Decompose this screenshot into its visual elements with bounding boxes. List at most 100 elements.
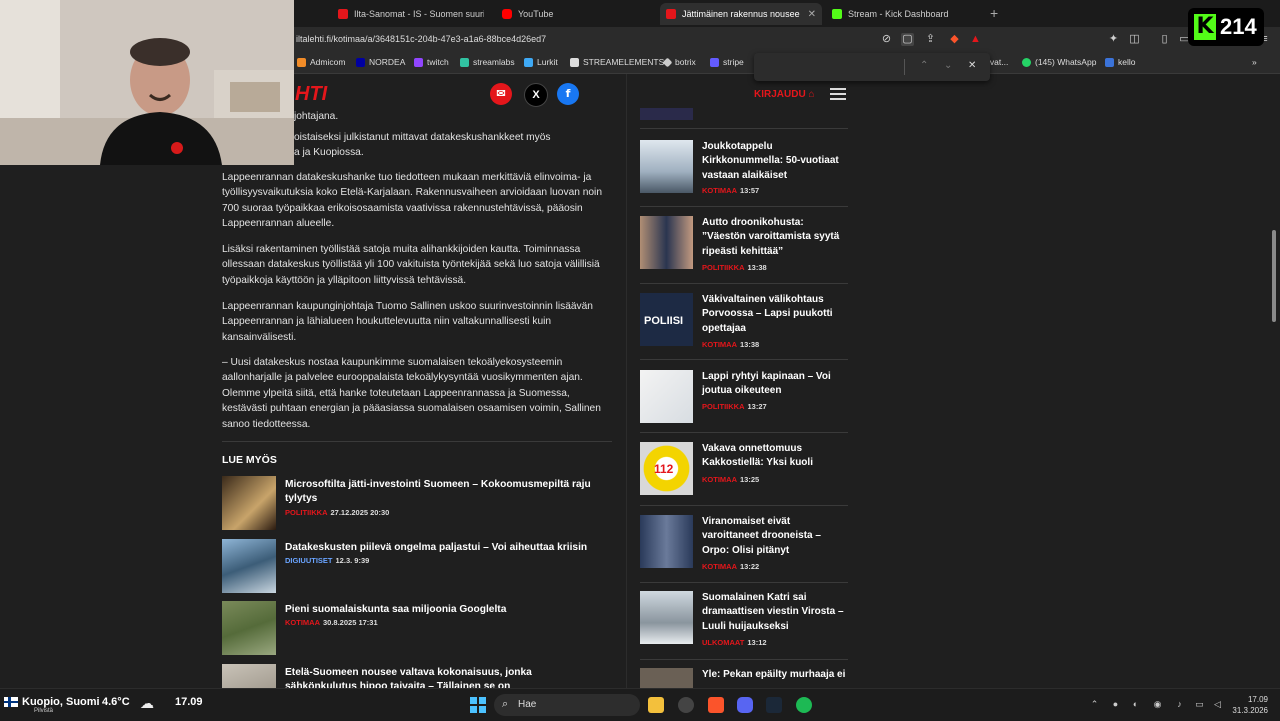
cloud-icon: ☁ (140, 695, 154, 711)
close-icon[interactable]: ✕ (968, 60, 976, 71)
sidebar-article[interactable]: Autto droonikohusta: ”Väestön varoittami… (640, 216, 848, 286)
tab-label: Stream - Kick Dashboard (848, 9, 949, 19)
article-thumbnail (640, 370, 693, 423)
related-article[interactable]: Pieni suomalaiskunta saa miljoonia Googl… (222, 601, 612, 657)
weather-condition: Pilvistä (34, 708, 54, 714)
bookmark-botrix[interactable]: botrix (662, 57, 696, 67)
webcam-feed (0, 0, 294, 165)
new-tab-button[interactable]: + (990, 5, 998, 21)
article-meta: ULKOMAAT 13:12 (702, 638, 767, 647)
sidebar-article[interactable]: 112 Vakava onnettomuus Kakkostiellä: Yks… (640, 442, 848, 508)
article-meta: POLITIIKKA 27.12.2025 20:30 (285, 508, 389, 517)
find-next-icon[interactable]: ⌄ (944, 60, 952, 71)
related-article-title: Microsoftilta jätti-investointi Suomeen … (285, 479, 591, 504)
mic-off-icon[interactable]: ⊘ (880, 33, 893, 46)
page-scrollbar[interactable] (1272, 230, 1276, 322)
bookmark-streamlabs[interactable]: streamlabs (460, 57, 515, 67)
volume-icon[interactable]: ◁ (1212, 699, 1223, 710)
stripe-icon (710, 57, 719, 67)
sidebar-article[interactable]: Viranomaiset eivät varoittaneet drooneis… (640, 515, 848, 585)
article-partial-line-2: a ja Kuopiossa. (294, 147, 364, 158)
article-category: KOTIMAA (285, 618, 320, 627)
steam-icon[interactable] (766, 697, 782, 713)
related-article[interactable]: Etelä-Suomeen nousee valtava kokonaisuus… (222, 664, 612, 688)
bookmark-twitch[interactable]: twitch (414, 57, 449, 67)
sidebar-article[interactable]: POLIISI Väkivaltainen välikohtaus Porvoo… (640, 293, 848, 363)
find-previous-icon[interactable]: ⌃ (920, 60, 928, 71)
screen-icon[interactable]: ▢ (901, 33, 914, 46)
column-divider (626, 74, 627, 688)
microphone-icon[interactable]: ♪ (1174, 699, 1185, 710)
article-category: POLITIIKKA (702, 402, 745, 411)
taskbar-search[interactable]: ⌕ Hae (494, 694, 640, 716)
bookmark-lurkit[interactable]: Lurkit (524, 57, 558, 67)
sidebar-article-title: Autto droonikohusta: ”Väestön varoittami… (702, 217, 840, 257)
article-paragraph: Lappeenrannan datakeskushanke tuo tiedot… (222, 172, 602, 230)
facebook-share-icon[interactable]: f (557, 83, 579, 105)
file-explorer-icon[interactable] (648, 697, 664, 713)
tab-youtube[interactable]: YouTube (496, 3, 652, 25)
weather-location[interactable]: Kuopio, Suomi (22, 696, 100, 708)
bookmark-stripe[interactable]: stripe (710, 57, 744, 67)
sidebar-article[interactable]: Suomalainen Katri sai dramaattisen viest… (640, 591, 848, 661)
kick-logo-icon: K (1194, 14, 1216, 40)
weather-time: 17.09 (175, 696, 203, 708)
network-icon[interactable]: ▭ (1194, 699, 1205, 710)
system-clock[interactable]: 17.09 31.3.2026 (1230, 694, 1268, 716)
article-time: 27.12.2025 20:30 (330, 508, 390, 517)
bookmark-admicom[interactable]: Admicom (297, 57, 345, 67)
tab-kick-dashboard[interactable]: Stream - Kick Dashboard (826, 3, 982, 25)
bookmark-streamelements[interactable]: STREAMELEMENTS (570, 57, 664, 67)
bookmark-nordea[interactable]: NORDEA (356, 57, 405, 67)
spotify-icon[interactable] (796, 697, 812, 713)
article-meta: KOTIMAA 13:57 (702, 186, 759, 195)
sidebar-article[interactable]: Yle: Pekan epäilty murhaaja ei (640, 668, 848, 688)
article-category: POLITIIKKA (285, 508, 328, 517)
tab-iltalehti[interactable]: Jättimäinen rakennus nousee Itä ✕ (660, 3, 822, 25)
steam-tray-icon[interactable]: ◉ (1152, 699, 1163, 710)
start-button[interactable] (470, 697, 486, 713)
sidebar-article[interactable]: Joukkotappelu Kirkkonummella: 50-vuotiaa… (640, 140, 848, 210)
rewards-icon[interactable]: ▲ (969, 33, 982, 46)
tab-ilta-sanomat[interactable]: Ilta-Sanomat - IS - Suomen suurin uu (332, 3, 490, 25)
obs-icon[interactable] (678, 697, 694, 713)
sidebar-article[interactable]: Lappi ryhtyi kapinaan – Voi joutua oikeu… (640, 370, 848, 434)
related-article[interactable]: Datakeskusten piilevä ongelma paljastui … (222, 539, 612, 595)
find-bar[interactable]: ⌃ ⌄ ✕ (754, 53, 990, 81)
article-paragraph: – Uusi datakeskus nostaa kaupunkimme suo… (222, 357, 601, 430)
related-article[interactable]: Microsoftilta jätti-investointi Suomeen … (222, 476, 612, 532)
email-share-icon[interactable]: ✉ (490, 83, 512, 105)
discord-icon[interactable] (737, 697, 753, 713)
tab-label: Jättimäinen rakennus nousee Itä (682, 9, 802, 19)
tray-overflow-icon[interactable]: ⌃ (1089, 699, 1100, 710)
url-field[interactable]: iltalehti.fi/kotimaa/a/3648151c-204b-47e… (296, 34, 546, 44)
tray-app-icon[interactable]: ● (1110, 699, 1121, 710)
bookmark-label: NORDEA (369, 57, 406, 67)
login-button[interactable]: KIRJAUDU ⌂ (754, 89, 815, 100)
twitch-icon (414, 57, 423, 67)
x-share-icon[interactable]: X (524, 83, 548, 107)
bookmark-kello[interactable]: kello (1105, 57, 1135, 67)
site-logo[interactable]: HTI (295, 83, 327, 106)
bookmarks-overflow-icon[interactable]: » (1252, 57, 1257, 67)
close-tab-icon[interactable]: ✕ (808, 9, 816, 20)
is-favicon-icon (338, 9, 348, 19)
article-thumbnail (222, 601, 276, 655)
sidebar-article-title: Viranomaiset eivät varoittaneet drooneis… (702, 516, 821, 556)
tray-app-icon[interactable]: ◐ (1130, 699, 1141, 710)
article-paragraph: Lisäksi rakentaminen työllistää satoja m… (222, 244, 600, 286)
bookmark-partial[interactable]: ivat... (988, 57, 1008, 67)
divider (640, 505, 848, 506)
iltalehti-favicon-icon (666, 9, 676, 19)
divider (222, 441, 612, 442)
article-meta: KOTIMAA 13:22 (702, 562, 759, 571)
bookmark-whatsapp[interactable]: (145) WhatsApp (1022, 57, 1096, 67)
share-icon[interactable]: ⇪ (924, 33, 937, 46)
extensions-icon[interactable]: ✦ (1107, 33, 1120, 46)
brave-browser-icon[interactable] (708, 697, 724, 713)
sidebar-icon[interactable]: ▯ (1158, 33, 1171, 46)
sidebar-article-title: Joukkotappelu Kirkkonummella: 50-vuotiaa… (702, 141, 839, 181)
screenshot-icon[interactable]: ◫ (1128, 33, 1141, 46)
brave-shield-icon[interactable]: ◆ (948, 33, 961, 46)
weather-temperature: 4.6°C (102, 696, 130, 708)
